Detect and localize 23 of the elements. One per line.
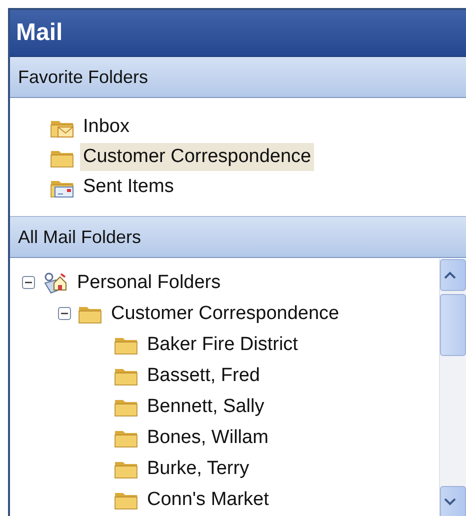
folder-item[interactable]: Bennett, Sally <box>144 392 268 420</box>
folder-item[interactable]: Burke, Terry <box>144 454 252 482</box>
folder-item[interactable]: Personal Folders <box>74 268 224 296</box>
folder-item[interactable]: Inbox <box>80 113 132 141</box>
collapse-icon[interactable] <box>58 307 71 320</box>
caret-down-icon <box>444 498 456 506</box>
folder-item[interactable]: Bassett, Fred <box>144 362 263 390</box>
house-folder-icon <box>42 270 68 294</box>
folder-item[interactable]: Customer Correspondence <box>108 300 342 328</box>
scroll-up-button[interactable] <box>440 259 466 291</box>
scroll-thumb[interactable] <box>440 294 466 356</box>
folder-item[interactable]: Sent Items <box>80 173 177 201</box>
folder-item[interactable]: Baker Fire District <box>144 330 301 358</box>
section-header[interactable]: Favorite Folders <box>10 57 466 98</box>
scrollbar[interactable] <box>439 259 466 516</box>
section-header[interactable]: All Mail Folders <box>10 217 466 258</box>
pane-title: Mail <box>10 10 466 57</box>
folder-item[interactable]: Bones, Willam <box>144 424 272 452</box>
caret-up-icon <box>444 271 456 279</box>
scroll-down-button[interactable] <box>440 486 466 516</box>
folder-item[interactable]: Conn's Market <box>144 486 272 514</box>
collapse-icon[interactable] <box>22 276 35 289</box>
folder-item[interactable]: Customer Correspondence <box>80 143 314 171</box>
